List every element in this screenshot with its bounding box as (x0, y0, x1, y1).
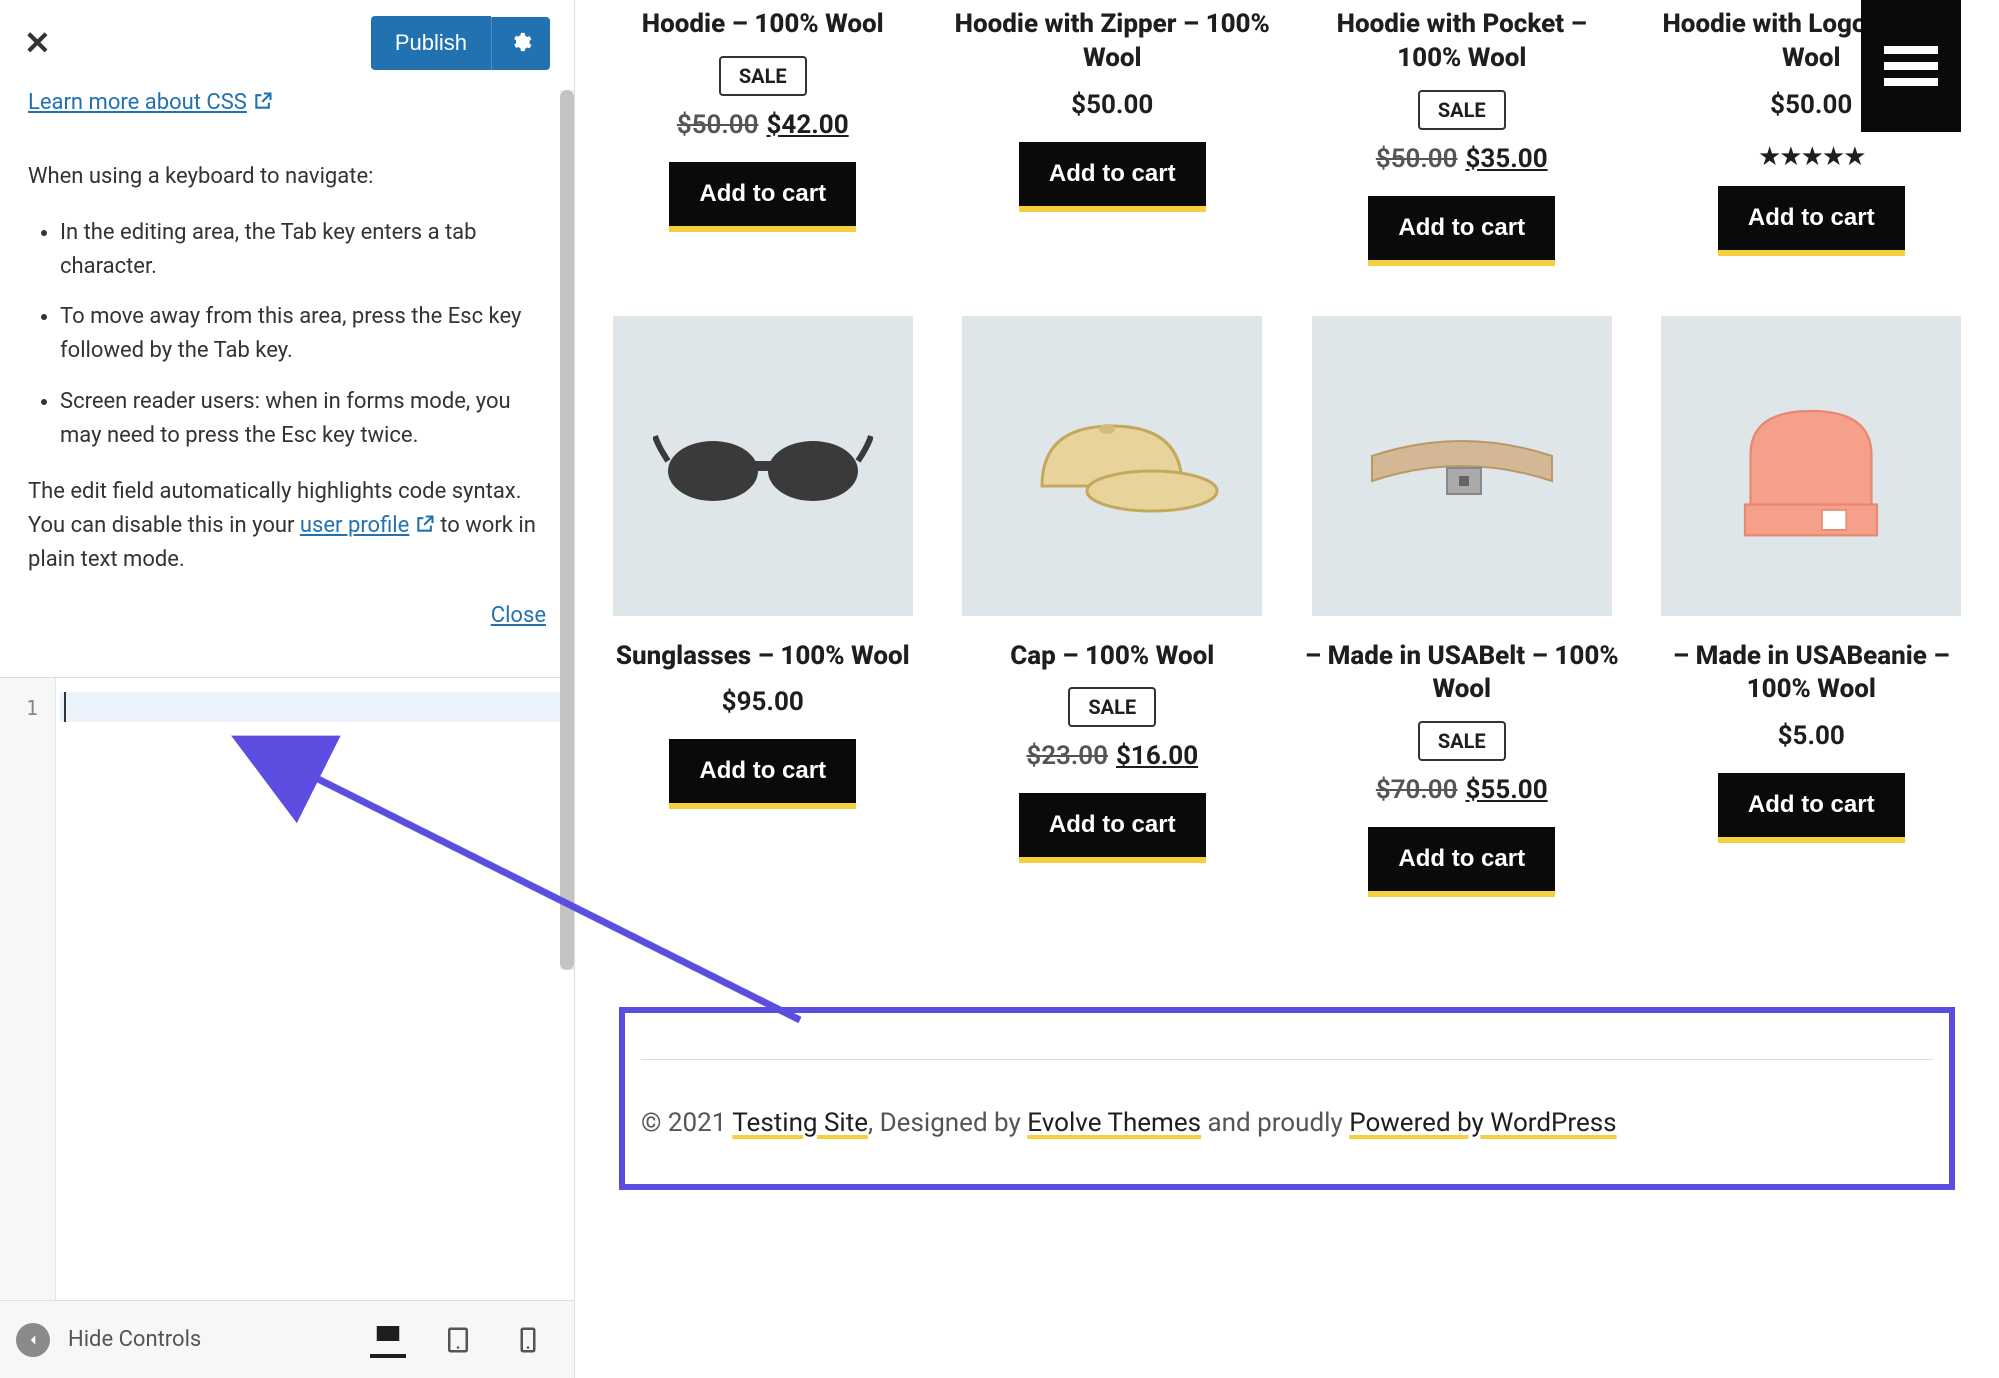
active-line (60, 692, 564, 722)
product-image[interactable] (1312, 316, 1612, 616)
customizer-sidebar: ✕ Publish Learn more about CSS When usin… (0, 0, 575, 1378)
hamburger-icon (1884, 44, 1938, 88)
product-card: Hoodie – 100% Wool SALE $50.00$42.00 Add… (603, 0, 923, 266)
product-card: Hoodie with Pocket – 100% Wool SALE $50.… (1302, 0, 1622, 266)
text-cursor (64, 692, 66, 722)
sale-badge: SALE (1418, 721, 1506, 761)
designed-by-text: , Designed by (868, 1108, 1027, 1138)
product-price: $50.00 (1071, 90, 1153, 120)
collapse-sidebar-button[interactable] (16, 1323, 50, 1357)
product-title[interactable]: Sunglasses – 100% Wool (616, 640, 910, 674)
product-card: Hoodie with Zipper – 100% Wool $50.00 Ad… (953, 0, 1273, 266)
proudly-text: and proudly (1201, 1108, 1349, 1138)
add-to-cart-button[interactable]: Add to cart (1368, 196, 1555, 266)
line-number: 1 (0, 696, 48, 720)
tablet-preview-button[interactable] (440, 1322, 476, 1358)
product-image[interactable] (1661, 316, 1961, 616)
learn-more-css-link[interactable]: Learn more about CSS (28, 86, 273, 120)
list-item: To move away from this area, press the E… (60, 300, 546, 368)
add-to-cart-button[interactable]: Add to cart (1019, 142, 1206, 212)
copyright-text: © 2021 (641, 1108, 732, 1138)
product-title[interactable]: Hoodie with Zipper – 100% Wool (953, 8, 1273, 76)
desktop-preview-button[interactable] (370, 1322, 406, 1358)
site-preview: Hoodie – 100% Wool SALE $50.00$42.00 Add… (575, 0, 1999, 1378)
publish-area: Publish (371, 16, 550, 70)
product-image[interactable] (962, 316, 1262, 616)
keyboard-tips-list: In the editing area, the Tab key enters … (28, 216, 546, 453)
external-link-icon (253, 86, 273, 120)
close-icon[interactable]: ✕ (24, 24, 51, 62)
list-item: Screen reader users: when in forms mode,… (60, 385, 546, 453)
sidebar-footer: Hide Controls (0, 1300, 574, 1378)
site-link[interactable]: Testing Site (732, 1108, 868, 1138)
sidebar-body: Learn more about CSS When using a keyboa… (0, 86, 574, 653)
star-rating: ★★★★★ (1758, 142, 1865, 172)
sidebar-header: ✕ Publish (0, 0, 574, 86)
publish-button[interactable]: Publish (371, 16, 491, 70)
product-price: $50.00 (1770, 90, 1852, 120)
sale-badge: SALE (719, 56, 807, 96)
publish-settings-button[interactable] (491, 17, 550, 70)
mobile-preview-button[interactable] (510, 1322, 546, 1358)
add-to-cart-button[interactable]: Add to cart (1019, 793, 1206, 863)
product-price: $70.00$55.00 (1376, 775, 1548, 805)
line-gutter: 1 (0, 678, 56, 1300)
product-card: – Made in USABelt – 100% Wool SALE $70.0… (1302, 316, 1622, 898)
add-to-cart-button[interactable]: Add to cart (1718, 773, 1905, 843)
add-to-cart-button[interactable]: Add to cart (669, 162, 856, 232)
add-to-cart-button[interactable]: Add to cart (1368, 827, 1555, 897)
product-price: $50.00$35.00 (1376, 144, 1548, 174)
product-image[interactable] (613, 316, 913, 616)
product-price: $95.00 (722, 687, 804, 717)
external-link-icon (415, 509, 435, 543)
sale-badge: SALE (1418, 90, 1506, 130)
product-title[interactable]: – Made in USABelt – 100% Wool (1302, 640, 1622, 708)
product-title[interactable]: Cap – 100% Wool (1010, 640, 1214, 674)
product-grid-row-1: Hoodie – 100% Wool SALE $50.00$42.00 Add… (603, 0, 1971, 266)
product-grid-row-2: Sunglasses – 100% Wool $95.00 Add to car… (603, 316, 1971, 898)
syntax-highlight-note: The edit field automatically highlights … (28, 475, 546, 577)
add-to-cart-button[interactable]: Add to cart (1718, 186, 1905, 256)
close-help-link[interactable]: Close (28, 599, 546, 633)
product-title[interactable]: Hoodie with Pocket – 100% Wool (1302, 8, 1622, 76)
user-profile-link[interactable]: user profile (300, 513, 409, 538)
product-price: $23.00$16.00 (1026, 741, 1198, 771)
product-card: – Made in USABeanie – 100% Wool $5.00 Ad… (1652, 316, 1972, 898)
css-editor[interactable]: 1 (0, 677, 574, 1300)
powered-by-link[interactable]: Powered by WordPress (1349, 1108, 1616, 1138)
keyboard-intro: When using a keyboard to navigate: (28, 160, 546, 194)
add-to-cart-button[interactable]: Add to cart (669, 739, 856, 809)
gear-icon (510, 31, 532, 53)
product-price: $50.00$42.00 (677, 110, 849, 140)
product-title[interactable]: – Made in USABeanie – 100% Wool (1652, 640, 1972, 708)
product-title[interactable]: Hoodie – 100% Wool (642, 8, 884, 42)
theme-link[interactable]: Evolve Themes (1027, 1108, 1201, 1138)
scroll-thumb[interactable] (560, 90, 574, 970)
sale-badge: SALE (1068, 687, 1156, 727)
hamburger-menu-button[interactable] (1861, 0, 1961, 132)
hide-controls-label[interactable]: Hide Controls (68, 1327, 201, 1352)
product-card: Sunglasses – 100% Wool $95.00 Add to car… (603, 316, 923, 898)
product-price: $5.00 (1778, 721, 1845, 751)
list-item: In the editing area, the Tab key enters … (60, 216, 546, 284)
device-preview-toggles (370, 1322, 558, 1358)
product-card: Cap – 100% Wool SALE $23.00$16.00 Add to… (953, 316, 1273, 898)
sidebar-scrollbar[interactable] (560, 90, 574, 970)
footer-highlight-box: © 2021 Testing Site, Designed by Evolve … (619, 1007, 1955, 1190)
